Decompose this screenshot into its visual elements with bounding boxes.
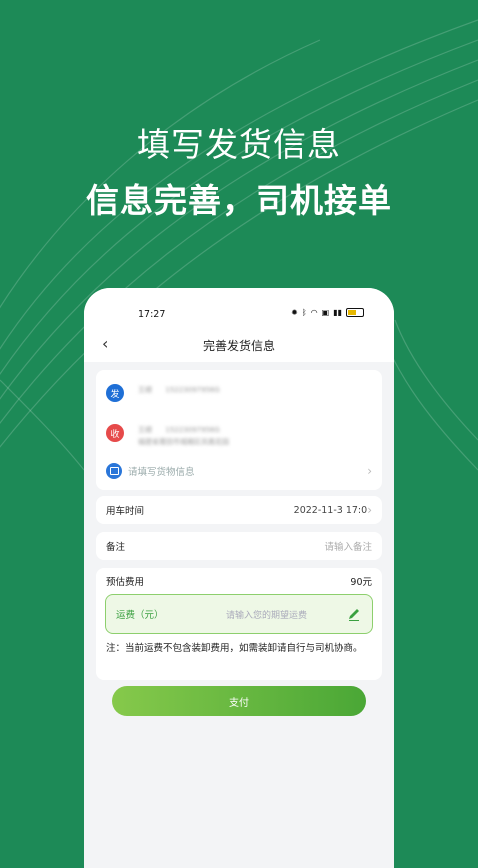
calendar-icon	[106, 463, 122, 479]
headline-subtitle: 信息完善，司机接单	[86, 181, 392, 220]
remark-label: 备注	[106, 542, 126, 553]
receiver-address: 福建省莆田市城厢区凤凰花园	[138, 438, 229, 446]
sender-info: 王顺 15223097956G	[138, 384, 220, 396]
goods-info-row[interactable]: 请填写货物信息 ›	[106, 460, 372, 482]
receiver-name: 王顺	[138, 426, 152, 434]
freight-label: 运费（元）	[116, 610, 164, 621]
freight-input[interactable]: 运费（元） 请输入您的期望运费	[105, 594, 373, 634]
use-time-row[interactable]: 用车时间 2022-11-3 17:0 ›	[96, 496, 382, 524]
freight-placeholder: 请输入您的期望运费	[226, 610, 308, 621]
page-title: 完善发货信息	[202, 339, 275, 353]
chevron-right-icon: ›	[367, 503, 372, 517]
use-time-label: 用车时间	[106, 506, 145, 517]
goods-info-placeholder: 请填写货物信息	[128, 467, 195, 478]
status-icons: ✹ ᛒ ◠ ▣ ▮▮	[291, 308, 364, 317]
sender-badge: 发	[106, 384, 124, 402]
chevron-right-icon: ›	[367, 464, 372, 478]
remark-input[interactable]: 请输入备注	[324, 539, 372, 553]
receiver-info: 王顺 15223097956G 福建省莆田市城厢区凤凰花园	[138, 424, 229, 448]
estimated-fee-value: 90元	[350, 577, 372, 588]
estimated-fee-row: 预估费用 90元	[106, 574, 372, 588]
status-time: 17:27	[138, 309, 166, 320]
battery-icon	[346, 308, 364, 317]
fee-note: 注：当前运费不包含装卸费用，如需装卸请自行与司机协商。	[106, 643, 363, 654]
use-time-value: 2022-11-3 17:0	[293, 504, 368, 516]
notification-icon: ✹	[291, 308, 298, 317]
receiver-phone: 15223097956G	[165, 426, 220, 434]
phone-mockup: 17:27 ✹ ᛒ ◠ ▣ ▮▮ ‹ 完善发货信息 发 王顺 152230979…	[84, 288, 394, 868]
receiver-row[interactable]: 收 王顺 15223097956G 福建省莆田市城厢区凤凰花园	[106, 424, 229, 448]
nav-bar: ‹ 完善发货信息	[84, 328, 394, 362]
pencil-icon[interactable]	[346, 606, 362, 622]
signal-icon: ▮▮	[333, 308, 342, 317]
sender-row[interactable]: 发 王顺 15223097956G	[106, 384, 220, 402]
hd-icon: ▣	[321, 308, 330, 317]
receiver-badge: 收	[106, 424, 124, 442]
pay-button[interactable]: 支付	[112, 686, 366, 716]
fee-card: 预估费用 90元 运费（元） 请输入您的期望运费 注：当前运费不包含装卸费用，如…	[96, 568, 382, 680]
status-bar: 17:27 ✹ ᛒ ◠ ▣ ▮▮	[84, 288, 394, 328]
remark-row[interactable]: 备注 请输入备注	[96, 532, 382, 560]
address-card: 发 王顺 15223097956G 收 王顺 15223097956G 福建省莆…	[96, 370, 382, 490]
sender-phone: 15223097956G	[165, 386, 220, 394]
estimated-fee-label: 预估费用	[106, 577, 145, 588]
wifi-icon: ◠	[310, 308, 318, 317]
bluetooth-icon: ᛒ	[301, 308, 307, 317]
sender-name: 王顺	[138, 386, 152, 394]
headline-title: 填写发货信息	[137, 125, 341, 164]
